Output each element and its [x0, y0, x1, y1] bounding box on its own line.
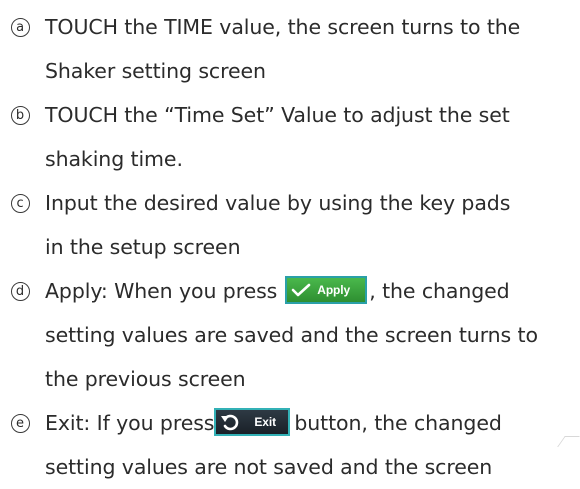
item-e-text-before: Exit: If you press — [45, 411, 215, 435]
page-corner-mark — [557, 436, 580, 447]
exit-button[interactable]: Exit — [214, 408, 291, 436]
item-e-text-1: Exit: If you press Exit button, the chan… — [45, 401, 502, 445]
undo-arrow-icon — [221, 414, 239, 431]
apply-button-label: Apply — [317, 283, 351, 297]
item-c-text-1: Input the desired value by using the key… — [45, 191, 511, 215]
item-a-text-2: Shaker setting screen — [45, 59, 266, 83]
item-c-marker: c — [9, 181, 31, 225]
manual-page: a TOUCH the TIME value, the screen turns… — [0, 0, 580, 479]
apply-button[interactable]: Apply — [285, 276, 368, 304]
item-c-text-2: in the setup screen — [45, 235, 241, 259]
item-a-marker: a — [9, 5, 31, 49]
item-d-text-3: the previous screen — [45, 367, 246, 391]
item-e-marker: e — [9, 401, 31, 445]
item-d-text-after: , the changed — [369, 279, 510, 303]
item-d-marker: d — [9, 269, 31, 313]
item-b-text-1: TOUCH the “Time Set” Value to adjust the… — [45, 103, 510, 127]
exit-button-label: Exit — [254, 415, 276, 429]
item-d-text-2: setting values are saved and the screen … — [45, 323, 538, 347]
item-d-text-1: Apply: When you press Apply , the change… — [45, 269, 510, 313]
checkmark-icon — [291, 283, 311, 297]
item-a-text-1: TOUCH the TIME value, the screen turns t… — [45, 15, 521, 39]
item-b-text-2: shaking time. — [45, 147, 183, 171]
item-d-text-before: Apply: When you press — [45, 279, 278, 303]
item-b-marker: b — [9, 93, 31, 137]
item-e-text-after: button, the changed — [294, 411, 502, 435]
